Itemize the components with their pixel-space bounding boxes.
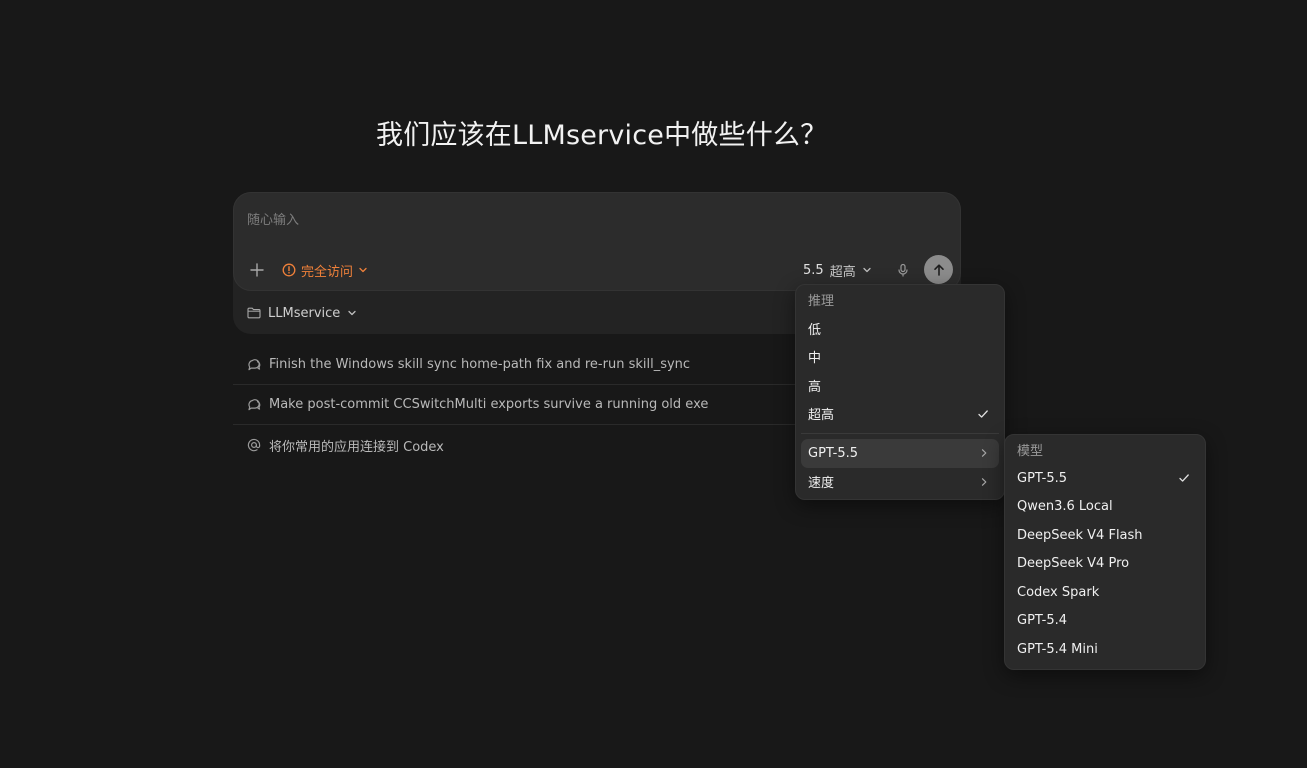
chat-icon [246,397,262,413]
suggestion-item[interactable]: 将你常用的应用连接到 Codex [233,425,813,465]
suggestion-text: Make post-commit CCSwitchMulti exports s… [269,397,709,412]
speed-submenu-item[interactable]: 速度 [801,468,999,497]
voice-input-button[interactable] [892,259,914,281]
model-selector-button[interactable]: 5.5 超高 [803,259,872,281]
message-composer[interactable]: 随心输入 完全访问 5.5 超高 [233,192,961,291]
send-button[interactable] [924,255,953,284]
model-submenu-item[interactable]: GPT-5.5 [801,439,999,468]
menu-item-label: 超高 [808,408,835,424]
reasoning-level-label: 超高 [829,264,856,280]
suggestion-item[interactable]: Make post-commit CCSwitchMulti exports s… [233,385,813,425]
chevron-down-icon [862,265,872,275]
chevron-down-icon [347,308,357,318]
menu-header: 模型 [1017,444,1044,459]
model-option-deepseek-flash[interactable]: DeepSeek V4 Flash [1010,521,1200,550]
menu-item-label: GPT-5.4 [1017,613,1068,629]
suggestion-item[interactable]: Finish the Windows skill sync home-path … [233,345,813,385]
checkmark-icon [1178,472,1190,484]
reasoning-option-high[interactable]: 高 [801,371,999,400]
reasoning-option-xhigh[interactable]: 超高 [801,400,999,429]
folder-icon [247,307,261,319]
checkmark-icon [977,408,989,420]
add-attachment-button[interactable] [246,259,268,281]
project-label: LLMservice [268,305,341,321]
message-input[interactable]: 随心输入 [247,209,299,228]
chevron-right-icon [979,477,989,487]
menu-item-label: 速度 [808,476,835,492]
access-mode-label: 完全访问 [301,264,354,280]
model-option-gpt-5-4[interactable]: GPT-5.4 [1010,607,1200,636]
microphone-icon [896,263,910,277]
menu-item-label: GPT-5.5 [1017,470,1068,486]
reasoning-option-medium[interactable]: 中 [801,343,999,372]
plus-icon [249,262,265,278]
menu-item-label: 中 [808,351,822,367]
menu-item-label: 低 [808,322,822,338]
model-option-gpt-5-5[interactable]: GPT-5.5 [1010,464,1200,493]
suggestion-text: Finish the Windows skill sync home-path … [269,357,691,372]
at-icon [246,437,262,453]
warning-icon [282,263,296,277]
chevron-down-icon [358,265,368,275]
model-menu: 模型 GPT-5.5 Qwen3.6 Local DeepSeek V4 Fla… [1004,434,1206,670]
menu-item-label: Qwen3.6 Local [1017,499,1113,515]
menu-item-label: DeepSeek V4 Pro [1017,556,1130,572]
arrow-up-icon [932,263,946,277]
menu-item-label: GPT-5.5 [808,445,859,461]
model-option-gpt-5-4-mini[interactable]: GPT-5.4 Mini [1010,635,1200,664]
model-option-codex-spark[interactable]: Codex Spark [1010,578,1200,607]
project-selector-button[interactable]: LLMservice [247,303,357,323]
page-title: 我们应该在LLMservice中做些什么？ [376,120,828,151]
suggestion-text: 将你常用的应用连接到 Codex [269,439,444,455]
menu-item-label: DeepSeek V4 Flash [1017,527,1143,543]
model-option-qwen-local[interactable]: Qwen3.6 Local [1010,493,1200,522]
menu-header: 推理 [808,294,835,309]
chat-icon [246,357,262,373]
model-option-deepseek-pro[interactable]: DeepSeek V4 Pro [1010,550,1200,579]
chevron-right-icon [979,448,989,458]
menu-item-label: 高 [808,379,822,395]
reasoning-menu: 推理 低 中 高 超高 GPT-5.5 速度 [795,284,1005,500]
suggestion-list: Finish the Windows skill sync home-path … [233,345,813,465]
menu-item-label: Codex Spark [1017,584,1100,600]
reasoning-option-low[interactable]: 低 [801,314,999,343]
menu-divider [801,433,999,434]
menu-item-label: GPT-5.4 Mini [1017,641,1098,657]
model-version-label: 5.5 [803,262,824,278]
access-mode-button[interactable]: 完全访问 [282,259,368,281]
